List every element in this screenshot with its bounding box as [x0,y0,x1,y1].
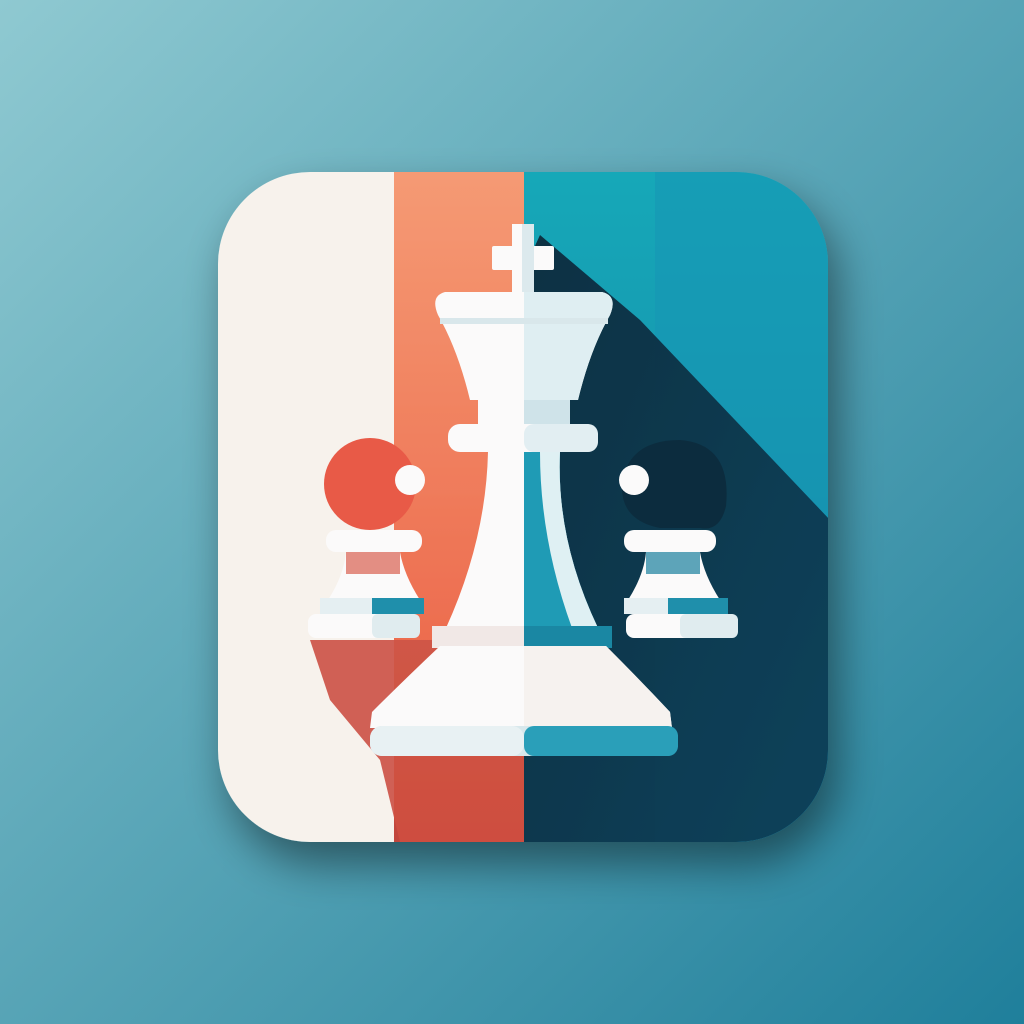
app-icon-illustration [0,0,1024,1024]
app-icon-scene [0,0,1024,1024]
right-pawn-highlight [619,465,649,495]
left-pawn-highlight [395,465,425,495]
right-pawn-collar [624,530,716,552]
left-pawn-collar [326,530,422,552]
